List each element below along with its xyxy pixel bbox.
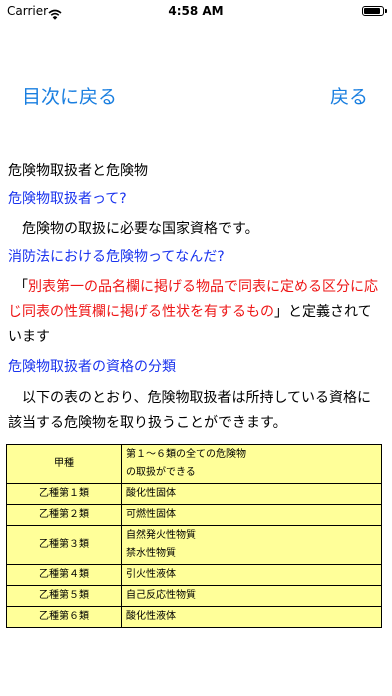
table-row: 甲種 第１～６類の全ての危険物 の取扱ができる	[6, 444, 382, 484]
status-time: 4:58 AM	[168, 4, 224, 18]
table-row: 乙種第４類 引火性液体	[6, 564, 382, 586]
hazard-description-cell: 自己反応性物質	[121, 585, 382, 607]
license-kind-cell: 甲種	[6, 444, 122, 484]
section-heading-what-is: 危険物取扱者って?	[8, 191, 127, 207]
hazard-description-cell: 第１～６類の全ての危険物 の取扱ができる	[121, 444, 382, 484]
article-title: 危険物取扱者と危険物	[8, 163, 148, 179]
license-kind-cell: 乙種第５類	[6, 585, 122, 607]
hazard-description-line: 自然発火性物質	[126, 530, 196, 541]
back-link[interactable]: 戻る	[330, 82, 368, 109]
license-kind-cell: 乙種第３類	[6, 525, 122, 565]
hazard-description-line: 禁水性物質	[126, 548, 176, 559]
answer-text: 危険物の取扱に必要な国家資格です。	[8, 221, 259, 237]
hazard-description-line: 酸化性固体	[126, 488, 176, 499]
hazard-description-cell: 可燃性固体	[121, 504, 382, 526]
section-heading-classification: 危険物取扱者の資格の分類	[8, 359, 176, 375]
battery-icon	[362, 6, 387, 16]
hazard-description-line: 可燃性固体	[126, 509, 176, 520]
battery-level	[364, 8, 381, 14]
license-kind-cell: 乙種第１類	[6, 483, 122, 505]
hazard-description-cell: 自然発火性物質 禁水性物質	[121, 525, 382, 565]
status-bar: Carrier 4:58 AM	[0, 0, 392, 24]
table-row: 乙種第１類 酸化性固体	[6, 483, 382, 505]
article-content: 危険物取扱者と危険物 危険物取扱者って? 危険物の取扱に必要な国家資格です。 消…	[6, 161, 382, 628]
hazard-description-line: 酸化性液体	[126, 611, 176, 622]
table-row: 乙種第６類 酸化性液体	[6, 606, 382, 628]
hazard-description-line: 引火性液体	[126, 569, 176, 580]
table-row: 乙種第５類 自己反応性物質	[6, 585, 382, 607]
hazard-description-cell: 引火性液体	[121, 564, 382, 586]
definition-text: 「別表第一の品名欄に掲げる物品で同表に定める区分に応じ同表の性質欄に掲げる性状を…	[8, 275, 378, 350]
hazard-description-line: 自己反応性物質	[126, 590, 196, 601]
classification-text: 以下の表のとおり、危険物取扱者は所持している資格に該当する危険物を取り扱うことが…	[8, 390, 372, 431]
hazard-description-cell: 酸化性固体	[121, 483, 382, 505]
license-kind-cell: 乙種第６類	[6, 606, 122, 628]
license-class-table: 甲種 第１～６類の全ての危険物 の取扱ができる 乙種第１類 酸化性固体 乙種第２類 可燃性固…	[6, 444, 382, 628]
quote-open: 「	[14, 279, 28, 295]
table-row: 乙種第３類 自然発火性物質 禁水性物質	[6, 525, 382, 565]
back-to-toc-link[interactable]: 目次に戻る	[22, 82, 117, 109]
section-heading-definition: 消防法における危険物ってなんだ?	[8, 249, 225, 265]
hazard-description-line: の取扱ができる	[126, 467, 196, 478]
table-row: 乙種第２類 可燃性固体	[6, 504, 382, 526]
hazard-description-line: 第１～６類の全ての危険物	[126, 449, 246, 460]
hazard-description-cell: 酸化性液体	[121, 606, 382, 628]
license-kind-cell: 乙種第４類	[6, 564, 122, 586]
license-kind-cell: 乙種第２類	[6, 504, 122, 526]
